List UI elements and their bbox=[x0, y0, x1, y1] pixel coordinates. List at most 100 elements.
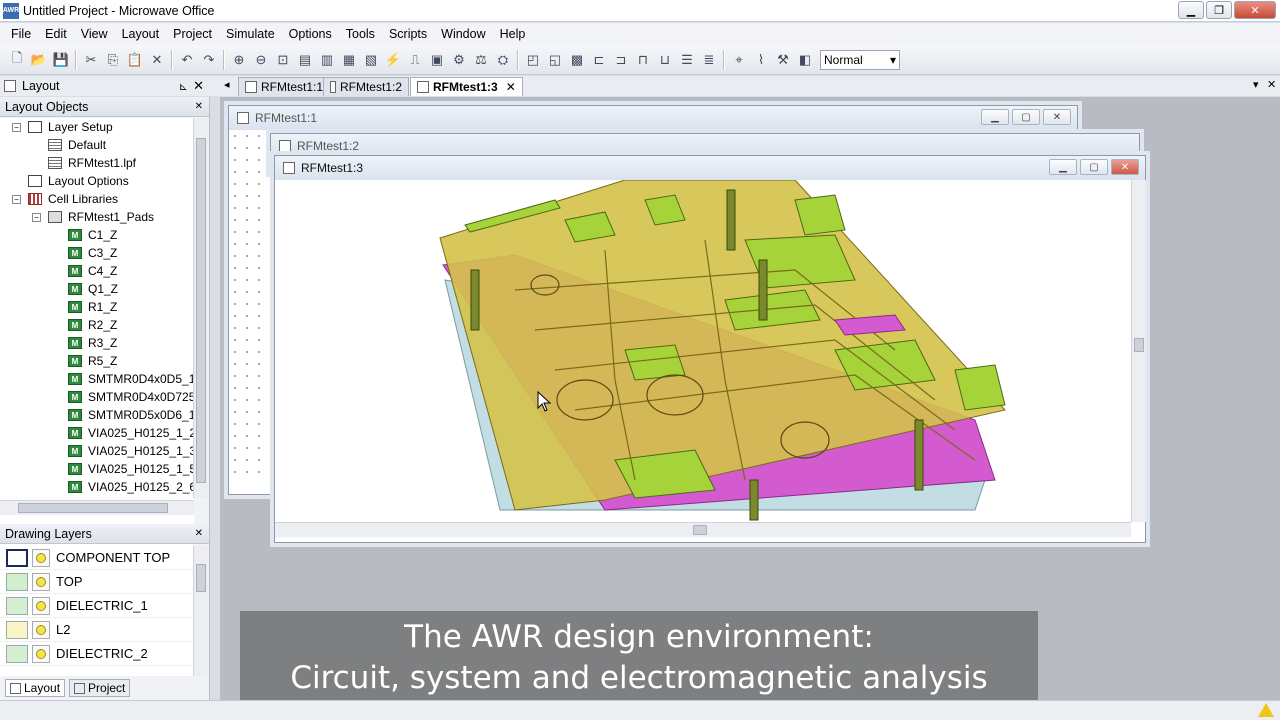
new-icon[interactable]: 🗋 bbox=[7, 50, 27, 70]
menu-window[interactable]: Window bbox=[434, 27, 492, 41]
scroll-thumb[interactable] bbox=[196, 138, 206, 483]
maximize-button[interactable]: ▢ bbox=[1080, 159, 1108, 175]
close-button[interactable]: ✕ bbox=[1111, 159, 1139, 175]
tree-item[interactable]: M C1_Z bbox=[0, 226, 194, 244]
menu-simulate[interactable]: Simulate bbox=[219, 27, 282, 41]
menu-help[interactable]: Help bbox=[493, 27, 533, 41]
tree-item[interactable]: − Cell Libraries bbox=[0, 190, 194, 208]
add-layout-icon[interactable]: ▧ bbox=[361, 50, 381, 70]
tree-item[interactable]: − RFMtest1_Pads bbox=[0, 208, 194, 226]
zoom-fit-icon[interactable]: ⊡ bbox=[273, 50, 293, 70]
lightbulb-icon[interactable] bbox=[32, 596, 50, 615]
window-rfmtest1-3[interactable]: RFMtest1:3 ▁ ▢ ✕ bbox=[274, 155, 1146, 543]
tree-item[interactable]: M C3_Z bbox=[0, 244, 194, 262]
measure-icon[interactable]: ⚒ bbox=[773, 50, 793, 70]
minimize-button[interactable]: ▁ bbox=[1178, 1, 1204, 19]
tree-item[interactable]: M VIA025_H0125_1_5 bbox=[0, 460, 194, 478]
add-schematic-icon[interactable]: ▤ bbox=[295, 50, 315, 70]
open-icon[interactable]: 📂 bbox=[29, 50, 49, 70]
menu-layout[interactable]: Layout bbox=[115, 27, 167, 41]
expander-icon[interactable]: − bbox=[32, 212, 41, 222]
distribute-h-icon[interactable]: ☰ bbox=[677, 50, 697, 70]
graph-icon[interactable]: ▣ bbox=[427, 50, 447, 70]
tree-item[interactable]: M C4_Z bbox=[0, 262, 194, 280]
close-button[interactable]: ✕ bbox=[1234, 1, 1276, 19]
tree-item[interactable]: M Q1_Z bbox=[0, 280, 194, 298]
layers-scrollbar[interactable] bbox=[193, 546, 208, 676]
lightbulb-icon[interactable] bbox=[32, 620, 50, 639]
align-center-icon[interactable]: ⊐ bbox=[611, 50, 631, 70]
optimize-icon[interactable]: ⚙ bbox=[449, 50, 469, 70]
hscroll-thumb[interactable] bbox=[18, 503, 168, 513]
layer-row[interactable]: DIELECTRIC_1 bbox=[0, 594, 208, 618]
collapse-icon[interactable]: ✕ bbox=[195, 528, 203, 539]
distribute-v-icon[interactable]: ≣ bbox=[699, 50, 719, 70]
layer-icon[interactable]: ◧ bbox=[795, 50, 815, 70]
menu-edit[interactable]: Edit bbox=[38, 27, 74, 41]
save-icon[interactable]: 💾 bbox=[51, 50, 71, 70]
tree-scrollbar[interactable] bbox=[193, 118, 208, 498]
panel-close-icon[interactable]: ✕ bbox=[193, 78, 204, 94]
view-hscrollbar[interactable] bbox=[275, 522, 1131, 537]
hscroll-thumb[interactable] bbox=[693, 525, 707, 535]
layer-row[interactable]: TOP bbox=[0, 570, 208, 594]
scroll-thumb[interactable] bbox=[196, 564, 206, 592]
tab-layout[interactable]: Layout bbox=[5, 679, 66, 697]
maximize-button[interactable]: ❐ bbox=[1206, 1, 1232, 19]
align-bottom-icon[interactable]: ⊔ bbox=[655, 50, 675, 70]
layer-swatch[interactable] bbox=[6, 572, 28, 591]
align-top-icon[interactable]: ⊓ bbox=[633, 50, 653, 70]
layer-swatch[interactable] bbox=[6, 620, 28, 639]
lightbulb-icon[interactable] bbox=[32, 548, 50, 567]
menu-options[interactable]: Options bbox=[282, 27, 339, 41]
maximize-button[interactable]: ▢ bbox=[1012, 109, 1040, 125]
view-grid-icon[interactable]: ▩ bbox=[567, 50, 587, 70]
view-top-icon[interactable]: ◰ bbox=[523, 50, 543, 70]
snap-icon[interactable]: ⌖ bbox=[729, 50, 749, 70]
tab-close-all-icon[interactable]: ✕ bbox=[1267, 78, 1276, 91]
zoom-out-icon[interactable]: ⊖ bbox=[251, 50, 271, 70]
tab-list-icon[interactable]: ▾ bbox=[1253, 78, 1259, 91]
scroll-thumb[interactable] bbox=[1134, 338, 1144, 352]
layer-swatch[interactable] bbox=[6, 596, 28, 615]
tree-item[interactable]: M R5_Z bbox=[0, 352, 194, 370]
menu-view[interactable]: View bbox=[74, 27, 115, 41]
cut-icon[interactable]: ✂ bbox=[81, 50, 101, 70]
tree-item[interactable]: Layout Options bbox=[0, 172, 194, 190]
minimize-button[interactable]: ▁ bbox=[1049, 159, 1077, 175]
warning-icon[interactable] bbox=[1258, 703, 1274, 717]
copy-icon[interactable]: ⎘ bbox=[103, 50, 123, 70]
pin-icon[interactable]: ⊾ bbox=[179, 80, 188, 93]
undo-icon[interactable]: ↶ bbox=[177, 50, 197, 70]
lightbulb-icon[interactable] bbox=[32, 572, 50, 591]
layer-row[interactable]: DIELECTRIC_2 bbox=[0, 642, 208, 666]
route-icon[interactable]: ⌇ bbox=[751, 50, 771, 70]
expander-icon[interactable]: − bbox=[12, 194, 21, 204]
yield-icon[interactable]: ⚖ bbox=[471, 50, 491, 70]
expander-icon[interactable]: − bbox=[12, 122, 21, 132]
minimize-button[interactable]: ▁ bbox=[981, 109, 1009, 125]
layer-row[interactable]: COMPONENT TOP bbox=[0, 546, 208, 570]
tab-close-icon[interactable]: ✕ bbox=[506, 80, 516, 94]
tree-item[interactable]: M R3_Z bbox=[0, 334, 194, 352]
tree-item[interactable]: RFMtest1.lpf bbox=[0, 154, 194, 172]
paste-icon[interactable]: 📋 bbox=[125, 50, 145, 70]
tree-hscrollbar[interactable] bbox=[0, 500, 194, 515]
tab-scroll-left-icon[interactable]: ◂ bbox=[224, 78, 230, 91]
view-3d-icon[interactable]: ◱ bbox=[545, 50, 565, 70]
menu-project[interactable]: Project bbox=[166, 27, 219, 41]
tab-rfmtest1-3[interactable]: RFMtest1:3 ✕ bbox=[410, 77, 523, 96]
redo-icon[interactable]: ↷ bbox=[199, 50, 219, 70]
tree-item[interactable]: M SMTMR0D5x0D6_1 bbox=[0, 406, 194, 424]
layer-row[interactable]: L2 bbox=[0, 618, 208, 642]
close-button[interactable]: ✕ bbox=[1043, 109, 1071, 125]
collapse-icon[interactable]: ✕ bbox=[195, 101, 203, 112]
zoom-in-icon[interactable]: ⊕ bbox=[229, 50, 249, 70]
add-system-icon[interactable]: ▥ bbox=[317, 50, 337, 70]
tree-item[interactable]: M VIA025_H0125_1_2 bbox=[0, 424, 194, 442]
add-em-icon[interactable]: ▦ bbox=[339, 50, 359, 70]
tree-item[interactable]: M SMTMR0D4x0D5_1 bbox=[0, 370, 194, 388]
menu-scripts[interactable]: Scripts bbox=[382, 27, 434, 41]
mode-select[interactable]: Normal ▾ bbox=[820, 49, 900, 70]
layer-swatch[interactable] bbox=[6, 644, 28, 663]
